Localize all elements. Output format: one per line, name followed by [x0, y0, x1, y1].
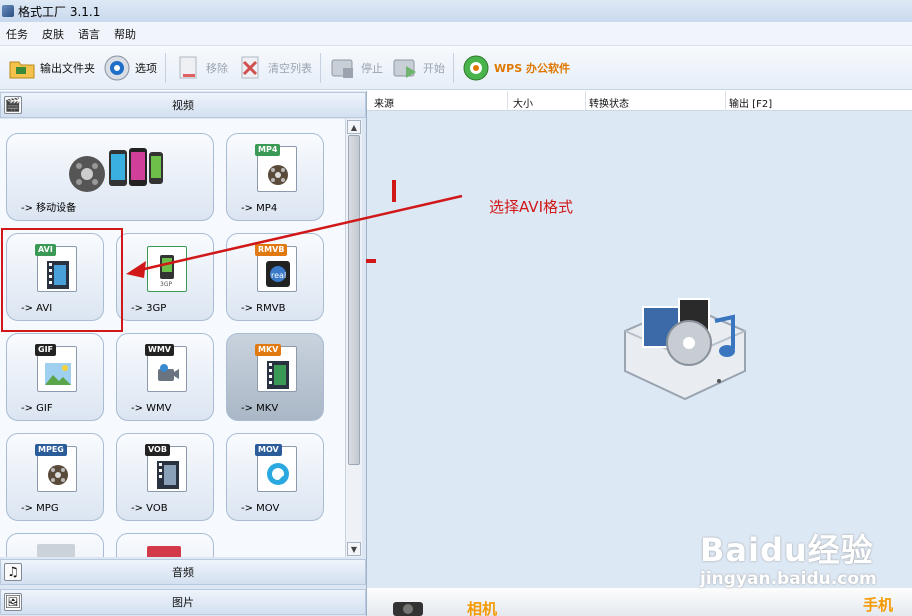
- annotation-arrow: [126, 194, 463, 278]
- baidu-watermark: Baidu经验 jingyan.baidu.com: [700, 525, 877, 589]
- watermark-logo: Baidu经验: [700, 531, 874, 569]
- annotation-text: 选择AVI格式: [489, 198, 573, 216]
- watermark-url: jingyan.baidu.com: [700, 569, 877, 589]
